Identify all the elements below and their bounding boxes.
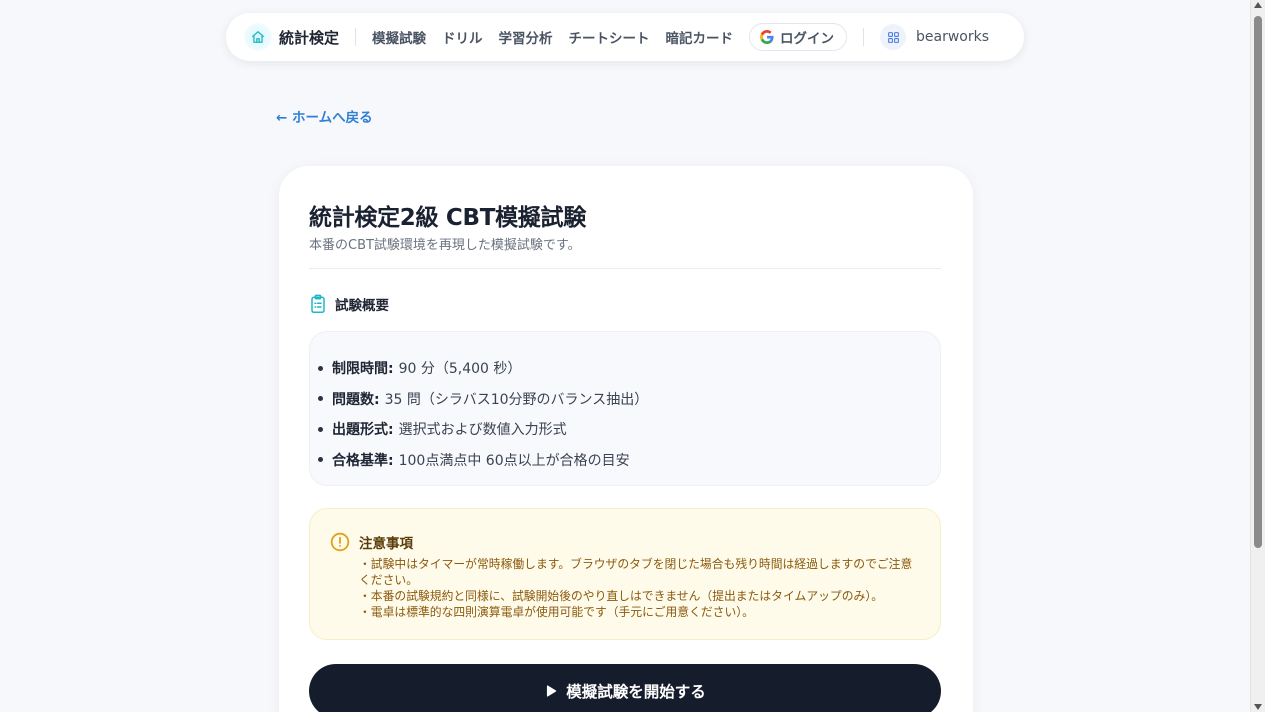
- alert-icon: [330, 532, 350, 552]
- item-value: 100点満点中 60点以上が合格の目安: [398, 452, 630, 469]
- account-switcher[interactable]: bearworks: [880, 24, 989, 50]
- item-value: 90 分（5,400 秒）: [398, 361, 522, 378]
- bullet: [318, 365, 323, 371]
- google-login-button[interactable]: ログイン: [749, 23, 848, 51]
- nav-flashcards[interactable]: 暗記カード: [666, 27, 734, 47]
- list-item: 制限時間: 90 分（5,400 秒）: [318, 353, 940, 384]
- nav-divider-2: [863, 28, 865, 46]
- notice-content: 注意事項 ・試験中はタイマーが常時稼働します。ブラウザのタブを閉じた場合も残り時…: [359, 530, 912, 639]
- notice-line: ・電卓は標準的な四則演算電卓が使用可能です（手元にご用意ください）。: [359, 605, 754, 619]
- nav-analytics[interactable]: 学習分析: [499, 27, 553, 47]
- play-icon: [547, 685, 557, 697]
- list-item: 出題形式: 選択式および数値入力形式: [318, 414, 940, 445]
- page-title: 統計検定2級 CBT模擬試験: [309, 205, 586, 231]
- apps-grid-icon: [880, 24, 907, 50]
- overview-header: 試験概要: [309, 294, 389, 314]
- item-label: 合格基準:: [332, 452, 394, 469]
- notice-line: ください。: [359, 573, 418, 587]
- notice-line: ・本番の試験規約と同様に、試験開始後のやり直しはできません（提出またはタイムアッ…: [359, 589, 884, 603]
- page-scrollbar[interactable]: [1250, 0, 1265, 712]
- exam-card: 統計検定2級 CBT模擬試験 本番のCBT試験環境を再現した模擬試験です。 試験…: [279, 166, 973, 712]
- list-item: 合格基準: 100点満点中 60点以上が合格の目安: [318, 445, 940, 476]
- nav-links: 模擬試験 ドリル 学習分析 チートシート 暗記カード: [372, 27, 733, 47]
- nav-divider: [355, 28, 357, 46]
- scroll-up-arrow-icon[interactable]: [1254, 2, 1262, 8]
- scroll-down-arrow-icon[interactable]: [1254, 704, 1262, 710]
- notice-title: 注意事項: [359, 536, 413, 552]
- account-name: bearworks: [916, 29, 990, 45]
- clipboard-icon: [311, 294, 325, 313]
- google-icon: [760, 30, 774, 44]
- scroll-thumb[interactable]: [1254, 16, 1262, 548]
- list-item: 問題数: 35 問（シラバス10分野のバランス抽出）: [318, 384, 940, 415]
- top-navbar: 統計検定 模擬試験 ドリル 学習分析 チートシート 暗記カード ログイン bea…: [226, 13, 1024, 61]
- item-value: 選択式および数値入力形式: [398, 422, 567, 439]
- back-to-home-link[interactable]: ← ホームへ戻る: [276, 106, 373, 126]
- item-label: 制限時間:: [332, 361, 394, 378]
- bullet: [318, 426, 323, 432]
- divider: [309, 268, 941, 269]
- page-subtitle: 本番のCBT試験環境を再現した模擬試験です。: [309, 238, 581, 253]
- bullet: [318, 457, 323, 463]
- item-value: 35 問（シラバス10分野のバランス抽出）: [384, 391, 649, 408]
- bullet: [318, 396, 323, 402]
- item-label: 問題数:: [332, 391, 380, 408]
- login-label: ログイン: [780, 31, 835, 47]
- nav-drill[interactable]: ドリル: [442, 27, 483, 47]
- start-exam-label: 模擬試験を開始する: [566, 683, 706, 701]
- nav-cheatsheet[interactable]: チートシート: [569, 27, 650, 47]
- brand-title[interactable]: 統計検定: [279, 27, 339, 48]
- notice-line: ・試験中はタイマーが常時稼働します。ブラウザのタブを閉じた場合も残り時間は経過し…: [359, 557, 913, 571]
- item-label: 出題形式:: [332, 422, 394, 439]
- overview-title: 試験概要: [335, 298, 389, 314]
- notice-box: 注意事項 ・試験中はタイマーが常時稼働します。ブラウザのタブを閉じた場合も残り時…: [309, 508, 941, 640]
- nav-mock-exam[interactable]: 模擬試験: [372, 27, 426, 47]
- home-icon[interactable]: [244, 23, 272, 51]
- start-exam-button[interactable]: 模擬試験を開始する: [309, 664, 941, 712]
- overview-list: 制限時間: 90 分（5,400 秒） 問題数: 35 問（シラバス10分野のバ…: [309, 331, 941, 486]
